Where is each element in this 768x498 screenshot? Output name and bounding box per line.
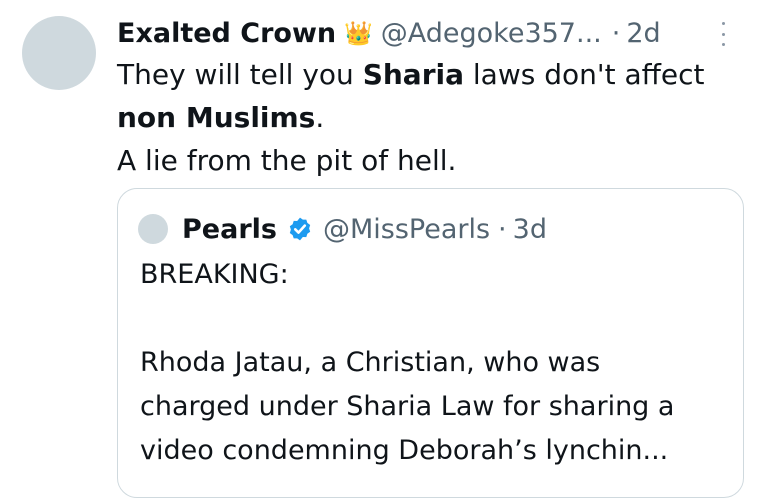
quoted-tweet-text: BREAKING: Rhoda Jatau, a Christian, who … (140, 253, 730, 473)
tweet-header: Exalted Crown 👑 @Adegoke357... · 2d (117, 14, 661, 52)
quoted-author-avatar (138, 214, 168, 244)
quoted-author-name: Pearls (182, 213, 277, 245)
tweet-timestamp[interactable]: 2d (626, 18, 660, 49)
tweet-text-line: A lie from the pit of hell. (117, 144, 457, 177)
tweet-text-line: non Muslims. (117, 101, 325, 134)
quoted-tweet-card[interactable]: Pearls @MissPearls · 3d BREAKING: Rhoda … (117, 188, 744, 498)
author-name[interactable]: Exalted Crown (117, 18, 336, 49)
bold-sharia: Sharia (362, 58, 464, 91)
quoted-text-line: BREAKING: (140, 259, 289, 290)
quoted-text-line: charged under Sharia Law for sharing a (140, 391, 675, 422)
bold-non-muslims: non Muslims (117, 101, 316, 134)
tweet-text-line: They will tell you Sharia laws don't aff… (117, 58, 705, 91)
quoted-tweet-timestamp: 3d (512, 213, 547, 245)
verified-badge-icon (289, 217, 311, 241)
quoted-author-handle: @MissPearls (322, 213, 491, 245)
quoted-text-line: Rhoda Jatau, a Christian, who was (140, 347, 601, 378)
more-vertical-icon[interactable] (718, 22, 728, 46)
author-avatar[interactable] (22, 16, 96, 90)
author-handle[interactable]: @Adegoke357... (381, 18, 602, 49)
tweet-text: They will tell you Sharia laws don't aff… (117, 53, 747, 182)
quoted-tweet-header: Pearls @MissPearls · 3d (138, 211, 547, 247)
crown-icon: 👑 (344, 20, 373, 47)
quoted-text-line: video condemning Deborah’s lynchin... (140, 435, 669, 466)
header-separator: · (611, 17, 621, 49)
quoted-header-separator: · (498, 213, 507, 245)
